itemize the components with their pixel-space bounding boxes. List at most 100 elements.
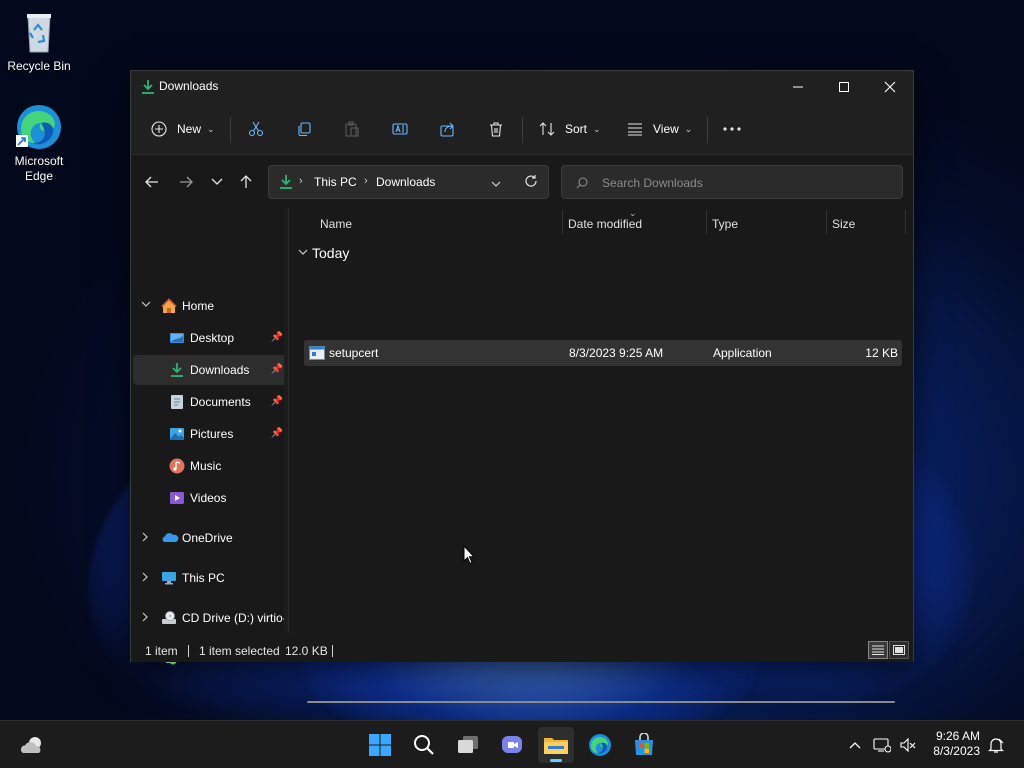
- store-icon: [635, 733, 653, 755]
- nav-item-this-pc[interactable]: This PC: [133, 563, 287, 593]
- file-list: Name ⌄ Date modified Type Size Today set…: [290, 208, 913, 703]
- file-explorer-button[interactable]: [538, 727, 574, 763]
- column-divider[interactable]: [562, 210, 563, 234]
- title-bar[interactable]: Downloads: [131, 71, 913, 103]
- notifications-button[interactable]: [986, 735, 1006, 755]
- back-button[interactable]: [140, 170, 164, 194]
- search-input[interactable]: Search Downloads: [561, 165, 903, 199]
- chevron-right-icon: [141, 572, 153, 585]
- nav-item-videos[interactable]: Videos: [133, 483, 287, 513]
- nav-item-home[interactable]: Home: [133, 291, 287, 321]
- sort-label: Sort: [565, 122, 588, 136]
- share-icon: [440, 122, 454, 137]
- recent-locations-button[interactable]: [205, 170, 229, 194]
- column-divider[interactable]: [826, 210, 827, 234]
- search-button[interactable]: [406, 727, 442, 763]
- table-row[interactable]: setupcert 8/3/2023 9:25 AM Application 1…: [304, 340, 902, 366]
- breadcrumb-downloads[interactable]: Downloads: [376, 175, 435, 189]
- edge-icon: [15, 103, 63, 151]
- maximize-button[interactable]: [821, 71, 867, 103]
- status-divider: [332, 645, 333, 657]
- network-status-button[interactable]: [872, 735, 892, 755]
- arrow-right-icon: [180, 176, 193, 188]
- file-date: 8/3/2023 9:25 AM: [569, 346, 664, 360]
- edge-button[interactable]: [582, 727, 618, 763]
- recycle-bin-icon: [15, 8, 63, 56]
- paste-button[interactable]: [344, 113, 360, 145]
- chevron-down-icon: ⌄: [207, 123, 215, 134]
- view-button[interactable]: View ⌄: [627, 113, 692, 145]
- widgets-button[interactable]: [14, 728, 50, 764]
- sort-button[interactable]: Sort ⌄: [539, 113, 601, 145]
- breadcrumb-this-pc[interactable]: This PC: [314, 175, 357, 189]
- chat-icon: [502, 736, 522, 753]
- column-header-date[interactable]: Date modified: [568, 217, 642, 231]
- close-button[interactable]: [867, 71, 913, 103]
- details-view-button[interactable]: [868, 641, 888, 659]
- details-view-icon: [872, 645, 884, 655]
- nav-item-downloads[interactable]: Downloads 📌: [133, 355, 287, 385]
- show-hidden-icons-button[interactable]: [845, 735, 865, 755]
- store-button[interactable]: [626, 727, 662, 763]
- more-options-button[interactable]: [723, 113, 741, 145]
- toolbar-divider: [707, 117, 708, 143]
- nav-item-label: OneDrive: [182, 531, 233, 545]
- nav-item-onedrive[interactable]: OneDrive: [133, 523, 287, 553]
- maximize-icon: [839, 82, 849, 92]
- nav-item-label: CD Drive (D:) virtio-w: [182, 611, 287, 625]
- chat-button[interactable]: [494, 727, 530, 763]
- file-explorer-window: Downloads New ⌄ Sort ⌄ View ⌄ › This PC …: [130, 70, 914, 703]
- file-explorer-icon: [544, 738, 568, 754]
- edge-icon: [589, 734, 611, 756]
- pin-icon: 📌: [270, 428, 283, 439]
- status-bar: 1 item 1 item selected 12.0 KB: [131, 638, 913, 662]
- toolbar-divider: [230, 117, 231, 143]
- volume-button[interactable]: [898, 735, 918, 755]
- toolbar-divider: [522, 117, 523, 143]
- up-button[interactable]: [234, 170, 258, 194]
- copy-icon: [298, 122, 311, 137]
- arrow-left-icon: [145, 176, 158, 188]
- arrow-up-icon: [240, 175, 252, 188]
- column-divider[interactable]: [905, 210, 906, 234]
- task-view-button[interactable]: [450, 727, 486, 763]
- taskbar: 9:26 AM 8/3/2023: [0, 720, 1024, 768]
- nav-item-label: Documents: [190, 395, 251, 409]
- column-header-type[interactable]: Type: [712, 217, 738, 231]
- forward-button[interactable]: [174, 170, 198, 194]
- refresh-button[interactable]: [524, 174, 538, 191]
- column-divider[interactable]: [706, 210, 707, 234]
- nav-item-label: Desktop: [190, 331, 235, 345]
- weather-cloud-icon: [20, 737, 41, 753]
- rename-button[interactable]: [392, 113, 408, 145]
- delete-button[interactable]: [488, 113, 504, 145]
- column-header-size[interactable]: Size: [832, 217, 855, 231]
- share-button[interactable]: [440, 113, 456, 145]
- group-header-today[interactable]: Today: [312, 245, 349, 261]
- desktop-icon-edge[interactable]: Microsoft Edge: [1, 103, 77, 184]
- address-dropdown-button[interactable]: [491, 177, 501, 191]
- nav-item-music[interactable]: Music: [133, 451, 287, 481]
- cut-button[interactable]: [248, 113, 264, 145]
- address-bar[interactable]: › This PC › Downloads: [268, 165, 549, 199]
- start-icon: [369, 734, 391, 756]
- chevron-down-icon[interactable]: [298, 248, 308, 259]
- horizontal-scrollbar[interactable]: [307, 701, 895, 703]
- desktop-icon-label: Microsoft Edge: [14, 154, 64, 183]
- new-button[interactable]: New ⌄: [151, 113, 215, 145]
- nav-item-cd-drive[interactable]: CD Drive (D:) virtio-w: [133, 603, 287, 633]
- desktop-icon-recycle-bin[interactable]: Recycle Bin: [1, 8, 77, 74]
- nav-pane-scrollbar[interactable]: [284, 208, 288, 633]
- system-clock[interactable]: 9:26 AM 8/3/2023: [933, 729, 980, 759]
- nav-item-desktop[interactable]: Desktop 📌: [133, 323, 287, 353]
- nav-item-documents[interactable]: Documents 📌: [133, 387, 287, 417]
- tiles-view-button[interactable]: [889, 641, 909, 659]
- active-indicator: [550, 759, 562, 762]
- column-header-name[interactable]: Name: [320, 217, 352, 231]
- start-button[interactable]: [362, 727, 398, 763]
- minimize-button[interactable]: [775, 71, 821, 103]
- copy-button[interactable]: [296, 113, 312, 145]
- nav-item-pictures[interactable]: Pictures 📌: [133, 419, 287, 449]
- status-size: 12.0 KB: [285, 644, 328, 658]
- chevron-down-icon: [141, 300, 153, 311]
